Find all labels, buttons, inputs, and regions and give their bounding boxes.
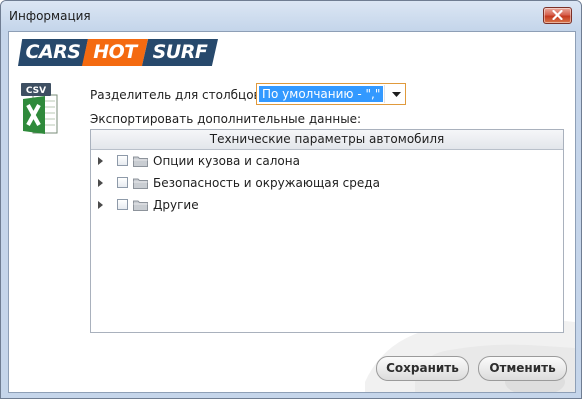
checkbox[interactable] [117,199,128,210]
cancel-button[interactable]: Отменить [478,356,567,381]
tree-header: Технические параметры автомобиля [91,130,563,150]
dropdown-arrow-icon [392,92,401,97]
separator-select[interactable]: По умолчанию - "," [256,83,406,105]
folder-icon [133,200,148,211]
expand-arrow-icon[interactable] [98,179,103,187]
tree-row-body-options[interactable]: Опции кузова и салона [91,150,563,172]
export-label: Экспортировать дополнительные данные: [90,112,362,126]
separator-label: Разделитель для столбцов: [90,88,265,102]
dialog-window: Информация CARS HOT SURF CSV Разделитель… [0,0,582,399]
checkbox[interactable] [117,155,128,166]
tree-row-safety[interactable]: Безопасность и окружающая среда [91,172,563,194]
expand-arrow-icon[interactable] [98,157,103,165]
dialog-content: CARS HOT SURF CSV Разделитель для столбц… [8,31,576,393]
folder-icon [133,178,148,189]
logo-part-cars: CARS [18,39,88,66]
save-button[interactable]: Сохранить [376,356,469,381]
tree-row-label: Опции кузова и салона [153,154,300,168]
separator-value: По умолчанию - "," [259,86,383,102]
options-tree[interactable]: Технические параметры автомобиля Опции к… [90,129,564,333]
close-button[interactable] [543,7,572,24]
title-bar[interactable]: Информация [1,1,581,31]
expand-arrow-icon[interactable] [98,201,103,209]
checkbox[interactable] [117,177,128,188]
window-title: Информация [9,9,91,23]
logo-part-surf: SURF [142,39,218,66]
tree-row-label: Другие [153,198,199,212]
logo-part-hot: HOT [82,39,148,66]
csv-file-icon: CSV [21,83,58,134]
tree-row-label: Безопасность и окружающая среда [153,176,380,190]
close-icon [552,10,563,20]
csv-label: CSV [26,86,46,96]
tree-row-other[interactable]: Другие [91,194,563,216]
folder-icon [133,156,148,167]
